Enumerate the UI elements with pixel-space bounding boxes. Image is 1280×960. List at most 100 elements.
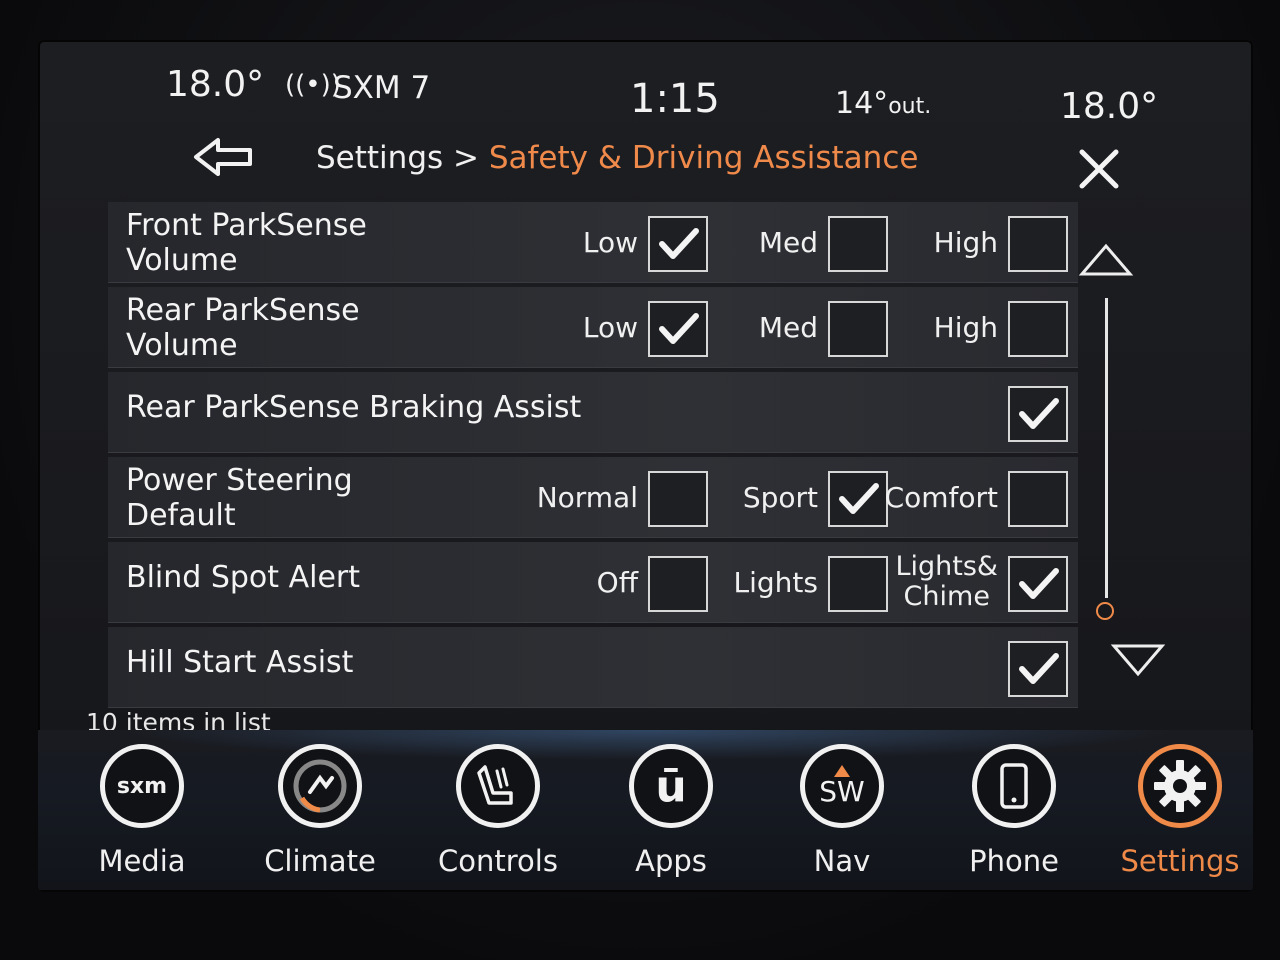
option-blindspot-lights[interactable]: Lights	[708, 556, 888, 612]
option-label: Sport	[742, 481, 818, 514]
outside-temp-suffix: out.	[888, 94, 932, 119]
option-label: Normal	[536, 481, 638, 514]
settings-header: Settings > Safety & Driving Assistance	[38, 132, 1253, 202]
nav-label: Settings	[1120, 844, 1240, 878]
radio-station[interactable]: SXM 7	[333, 70, 430, 106]
checkbox-rear-med[interactable]	[828, 301, 888, 357]
triangle-down-icon	[1110, 644, 1166, 677]
checkbox-steering-comfort[interactable]	[1008, 471, 1068, 527]
toggle-hill-start-assist[interactable]	[948, 641, 1068, 697]
seat-glyph	[477, 765, 513, 805]
nav-phone[interactable]: Phone	[944, 744, 1094, 884]
option-label: High	[933, 226, 998, 259]
controls-seat-icon	[456, 744, 540, 828]
row-hill-start-assist[interactable]: Hill Start Assist	[108, 627, 1078, 708]
row-front-parksense-volume: Front ParkSense Volume Low Med High	[108, 202, 1078, 283]
back-button[interactable]	[188, 132, 278, 182]
checkbox-hill-start-assist[interactable]	[1008, 641, 1068, 697]
gear-glyph	[1154, 760, 1206, 812]
option-label: Med	[758, 226, 818, 259]
nav-label: Climate	[264, 844, 376, 878]
checkbox-braking-assist[interactable]	[1008, 386, 1068, 442]
back-arrow-icon	[194, 138, 252, 176]
nav-apps[interactable]: ū Apps	[601, 744, 751, 884]
bottom-nav-bar: sxm Media Climate Controls ū Apps SW Nav…	[38, 730, 1253, 890]
nav-label: Controls	[438, 844, 558, 878]
gear-icon	[1138, 744, 1222, 828]
option-rear-low[interactable]: Low	[528, 301, 708, 357]
nav-settings[interactable]: Settings	[1110, 744, 1253, 884]
option-steering-normal[interactable]: Normal	[528, 471, 708, 527]
option-steering-sport[interactable]: Sport	[708, 471, 888, 527]
checkbox-blindspot-lights[interactable]	[828, 556, 888, 612]
row-label: Rear ParkSense Braking Assist	[126, 390, 582, 425]
checkbox-blindspot-lights-chime[interactable]	[1008, 556, 1068, 612]
head-unit-screen: 18.0° ((•)) SXM 7 1:15 14°out. 18.0° Set…	[38, 40, 1253, 892]
row-label: Front ParkSense Volume	[126, 208, 367, 278]
nav-label: Nav	[813, 844, 871, 878]
nav-label: Phone	[969, 844, 1059, 878]
option-front-med[interactable]: Med	[708, 216, 888, 272]
checkmark-icon	[1019, 653, 1059, 684]
outside-temperature: 14°out.	[835, 86, 931, 121]
triangle-up-icon	[1078, 243, 1134, 276]
breadcrumb-settings[interactable]: Settings >	[316, 140, 489, 176]
sxm-icon-text: sxm	[116, 773, 168, 799]
option-blindspot-off[interactable]: Off	[528, 556, 708, 612]
option-steering-comfort[interactable]: Comfort	[884, 471, 1068, 527]
close-icon	[1079, 149, 1119, 189]
scroll-up-button[interactable]	[1078, 240, 1134, 284]
option-label: Low	[582, 311, 638, 344]
row-label: Blind Spot Alert	[126, 560, 360, 595]
breadcrumb-current-page: Safety & Driving Assistance	[488, 140, 919, 176]
climate-glyph	[293, 759, 347, 813]
checkbox-front-low[interactable]	[648, 216, 708, 272]
row-power-steering-default: Power Steering Default Normal Sport Comf…	[108, 457, 1078, 538]
toggle-braking-assist[interactable]	[948, 386, 1068, 442]
nav-nav[interactable]: SW Nav	[772, 744, 922, 884]
climate-icon	[278, 744, 362, 828]
row-rear-parksense-volume: Rear ParkSense Volume Low Med High	[108, 287, 1078, 368]
scrollbar-track[interactable]	[1105, 298, 1108, 598]
passenger-temperature[interactable]: 18.0°	[1060, 86, 1158, 127]
checkbox-rear-high[interactable]	[1008, 301, 1068, 357]
phone-icon	[972, 744, 1056, 828]
option-front-high[interactable]: High	[888, 216, 1068, 272]
checkmark-icon	[1019, 568, 1059, 599]
checkmark-icon	[1019, 398, 1059, 429]
row-rear-parksense-braking-assist[interactable]: Rear ParkSense Braking Assist	[108, 372, 1078, 453]
row-label: Rear ParkSense Volume	[126, 293, 360, 363]
option-label: Med	[758, 311, 818, 344]
option-rear-med[interactable]: Med	[708, 301, 888, 357]
sxm-icon: sxm	[100, 744, 184, 828]
checkbox-steering-normal[interactable]	[648, 471, 708, 527]
nav-label: Apps	[635, 844, 707, 878]
nav-label: Media	[98, 844, 186, 878]
checkbox-rear-low[interactable]	[648, 301, 708, 357]
settings-list: Front ParkSense Volume Low Med High Rear…	[108, 202, 1078, 712]
option-label: Lights	[733, 566, 818, 599]
checkbox-front-high[interactable]	[1008, 216, 1068, 272]
option-label: High	[933, 311, 998, 344]
apps-icon-text: ū	[655, 760, 687, 812]
clock: 1:15	[630, 76, 720, 122]
option-label: Off	[596, 566, 638, 599]
option-rear-high[interactable]: High	[888, 301, 1068, 357]
option-blindspot-lights-chime[interactable]: Lights& Chime	[888, 552, 1068, 612]
nav-climate[interactable]: Climate	[250, 744, 400, 884]
scrollbar-thumb[interactable]	[1096, 602, 1114, 620]
checkmark-icon	[659, 313, 699, 344]
option-label: Comfort	[884, 481, 998, 514]
checkbox-blindspot-off[interactable]	[648, 556, 708, 612]
row-blind-spot-alert: Blind Spot Alert Off Lights Lights& Chim…	[108, 542, 1078, 623]
checkbox-steering-sport[interactable]	[828, 471, 888, 527]
nav-media[interactable]: sxm Media	[72, 744, 222, 884]
close-button[interactable]	[1076, 146, 1126, 196]
checkbox-front-med[interactable]	[828, 216, 888, 272]
scroll-down-button[interactable]	[1110, 640, 1166, 684]
checkmark-icon	[659, 228, 699, 259]
phone-glyph	[1000, 763, 1028, 809]
option-front-low[interactable]: Low	[528, 216, 708, 272]
driver-temperature[interactable]: 18.0°	[166, 64, 264, 105]
nav-controls[interactable]: Controls	[428, 744, 578, 884]
